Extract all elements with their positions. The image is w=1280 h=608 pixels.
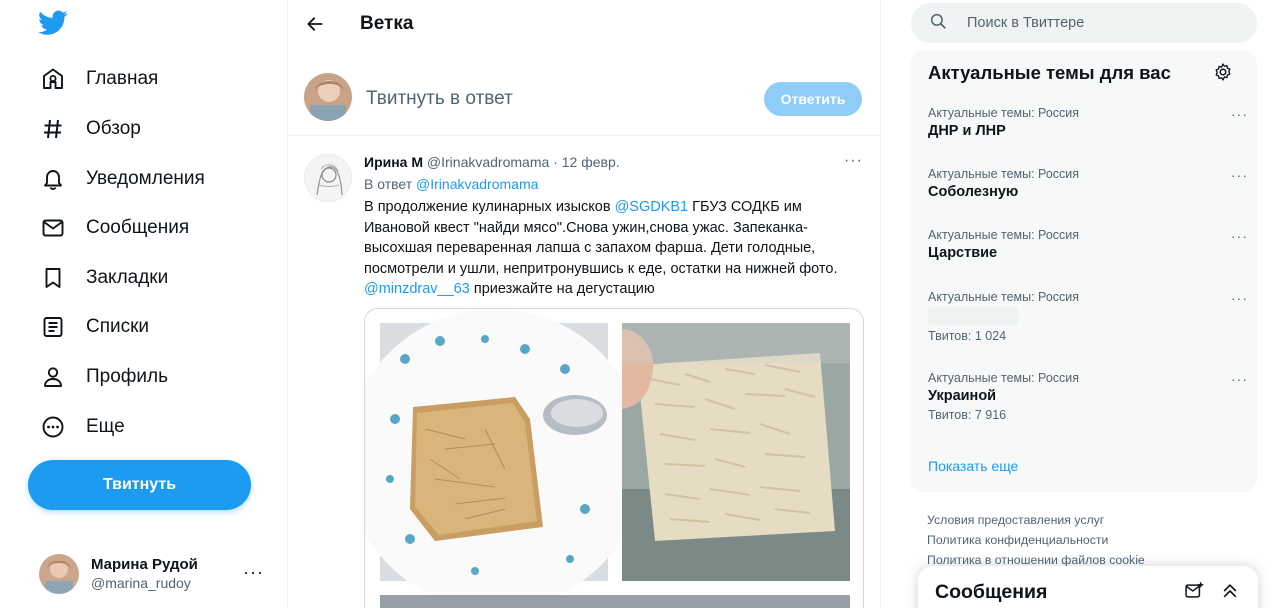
trend-item[interactable]: Актуальные темы: Россия Твитов: 1 024 ··… xyxy=(928,290,1247,343)
messages-drawer[interactable]: Сообщения xyxy=(918,566,1258,608)
nav-label: Сообщения xyxy=(86,217,190,238)
back-arrow-icon[interactable] xyxy=(288,14,342,34)
avatar xyxy=(39,554,79,594)
trend-count: Твитов: 1 024 xyxy=(928,329,1007,343)
account-switcher[interactable]: Марина Рудой @marina_rudoy ··· xyxy=(30,548,278,600)
trend-more-icon[interactable]: ··· xyxy=(1231,290,1248,306)
trend-name: Царствие xyxy=(928,245,998,261)
account-name: Марина Рудой xyxy=(91,556,198,573)
nav-explore[interactable]: Обзор xyxy=(30,106,155,152)
chevron-up-icon[interactable] xyxy=(1220,581,1240,606)
tweet-text-part: приезжайте на дегустацию xyxy=(469,281,655,297)
mail-icon xyxy=(30,216,76,240)
trends-panel: Актуальные темы для вас Актуальные темы:… xyxy=(910,50,1257,492)
search-bar[interactable]: Поиск в Твиттере xyxy=(911,3,1257,43)
right-sidebar: Поиск в Твиттере Актуальные темы для вас… xyxy=(910,0,1258,608)
trend-category: Актуальные темы: Россия xyxy=(928,106,1080,120)
nav-label: Уведомления xyxy=(86,168,205,189)
trends-title: Актуальные темы для вас xyxy=(928,62,1171,83)
trend-name: Соболезную xyxy=(928,184,1019,200)
tweet-more-icon[interactable]: ··· xyxy=(844,152,863,170)
tweet-author-handle[interactable]: @Irinakvadromama xyxy=(427,154,549,170)
trend-more-icon[interactable]: ··· xyxy=(1231,228,1248,244)
mention-link[interactable]: @SGDKB1 xyxy=(615,199,689,215)
footer-link[interactable]: Политика конфиденциальности xyxy=(927,530,1145,550)
page-title: Ветка xyxy=(360,13,414,34)
reply-input[interactable]: Твитнуть в ответ xyxy=(366,88,513,110)
trend-name: Украиной xyxy=(928,388,997,404)
tweet-text-part: В продолжение кулинарных изысков xyxy=(364,199,615,215)
search-icon xyxy=(929,12,949,35)
nav-lists[interactable]: Списки xyxy=(30,304,163,350)
new-message-icon[interactable] xyxy=(1184,581,1204,606)
reply-composer: Твитнуть в ответ Ответить xyxy=(288,60,881,136)
tweet-date[interactable]: 12 февр. xyxy=(562,154,620,170)
avatar[interactable] xyxy=(304,154,352,202)
reply-button[interactable]: Ответить xyxy=(764,82,862,116)
photo-casserole[interactable] xyxy=(622,323,850,581)
trend-category: Актуальные темы: Россия xyxy=(928,290,1080,304)
bookmark-icon xyxy=(30,266,76,290)
nav-label: Профиль xyxy=(86,366,169,387)
home-icon xyxy=(30,67,76,91)
nav-label: Обзор xyxy=(86,118,141,139)
mention-link[interactable]: @minzdrav__63 xyxy=(364,281,470,297)
thread-header: Ветка xyxy=(288,0,881,48)
trend-item[interactable]: Актуальные темы: Россия Царствие ··· xyxy=(928,228,1247,261)
account-handle: @marina_rudoy xyxy=(91,575,191,591)
nav-label: Еще xyxy=(86,416,125,437)
nav-messages[interactable]: Сообщения xyxy=(30,205,203,251)
twitter-logo-icon[interactable] xyxy=(38,10,70,42)
nav-label: Главная xyxy=(86,68,159,89)
trend-name-redacted xyxy=(928,307,1018,325)
tweet-separator: · xyxy=(549,154,562,170)
gear-icon[interactable] xyxy=(1213,62,1233,87)
footer-link[interactable]: Условия предоставления услуг xyxy=(927,510,1145,530)
nav-more[interactable]: Еще xyxy=(30,404,139,450)
tweet-header: Ирина М @Irinakvadromama · 12 февр. xyxy=(364,154,620,170)
trend-item[interactable]: Актуальные темы: Россия Украиной Твитов:… xyxy=(928,371,1247,422)
reply-prefix: В ответ xyxy=(364,176,417,192)
nav-notifications[interactable]: Уведомления xyxy=(30,156,219,202)
hashtag-icon xyxy=(30,117,76,141)
tweet-button[interactable]: Твитнуть xyxy=(28,460,251,510)
trend-more-icon[interactable]: ··· xyxy=(1231,106,1248,122)
account-info: Марина Рудой @marina_rudoy xyxy=(91,555,198,593)
photo-plate[interactable] xyxy=(365,309,645,608)
nav-label: Списки xyxy=(86,316,150,337)
show-more-link[interactable]: Показать еще xyxy=(928,458,1018,474)
tweet-author-name[interactable]: Ирина М xyxy=(364,154,423,170)
search-input[interactable]: Поиск в Твиттере xyxy=(967,15,1084,31)
trend-more-icon[interactable]: ··· xyxy=(1231,371,1248,387)
reply-context: В ответ @Irinakvadromama xyxy=(364,176,538,192)
tweet-media[interactable] xyxy=(364,308,864,608)
trend-category: Актуальные темы: Россия xyxy=(928,167,1080,181)
more-circle-icon xyxy=(30,415,76,439)
main-column: Ветка Твитнуть в ответ Ответить Ирина М … xyxy=(288,0,881,608)
nav-bookmarks[interactable]: Закладки xyxy=(30,255,182,301)
tweet[interactable]: Ирина М @Irinakvadromama · 12 февр. ··· … xyxy=(288,140,881,608)
nav-label: Закладки xyxy=(86,267,169,288)
messages-title: Сообщения xyxy=(935,581,1048,603)
person-icon xyxy=(30,365,76,389)
reply-to-link[interactable]: @Irinakvadromama xyxy=(416,176,538,192)
trend-category: Актуальные темы: Россия xyxy=(928,371,1080,385)
tweet-text: В продолжение кулинарных изысков @SGDKB1… xyxy=(364,197,854,300)
nav-profile[interactable]: Профиль xyxy=(30,354,182,400)
bell-icon xyxy=(30,167,76,191)
avatar xyxy=(304,73,352,121)
twitter-app: Главная Обзор Уведомления Сообщения Закл… xyxy=(0,0,1280,608)
list-icon xyxy=(30,315,76,339)
trend-item[interactable]: Актуальные темы: Россия Соболезную ··· xyxy=(928,167,1247,200)
trend-count: Твитов: 7 916 xyxy=(928,408,1007,422)
account-more-icon[interactable]: ··· xyxy=(243,562,264,583)
trend-category: Актуальные темы: Россия xyxy=(928,228,1080,242)
footer-links: Условия предоставления услуг Политика ко… xyxy=(927,510,1145,570)
nav-home[interactable]: Главная xyxy=(30,56,172,102)
trend-more-icon[interactable]: ··· xyxy=(1231,167,1248,183)
left-sidebar: Главная Обзор Уведомления Сообщения Закл… xyxy=(0,0,288,608)
trend-item[interactable]: Актуальные темы: Россия ДНР и ЛНР ··· xyxy=(928,106,1247,139)
trend-name: ДНР и ЛНР xyxy=(928,123,1006,139)
